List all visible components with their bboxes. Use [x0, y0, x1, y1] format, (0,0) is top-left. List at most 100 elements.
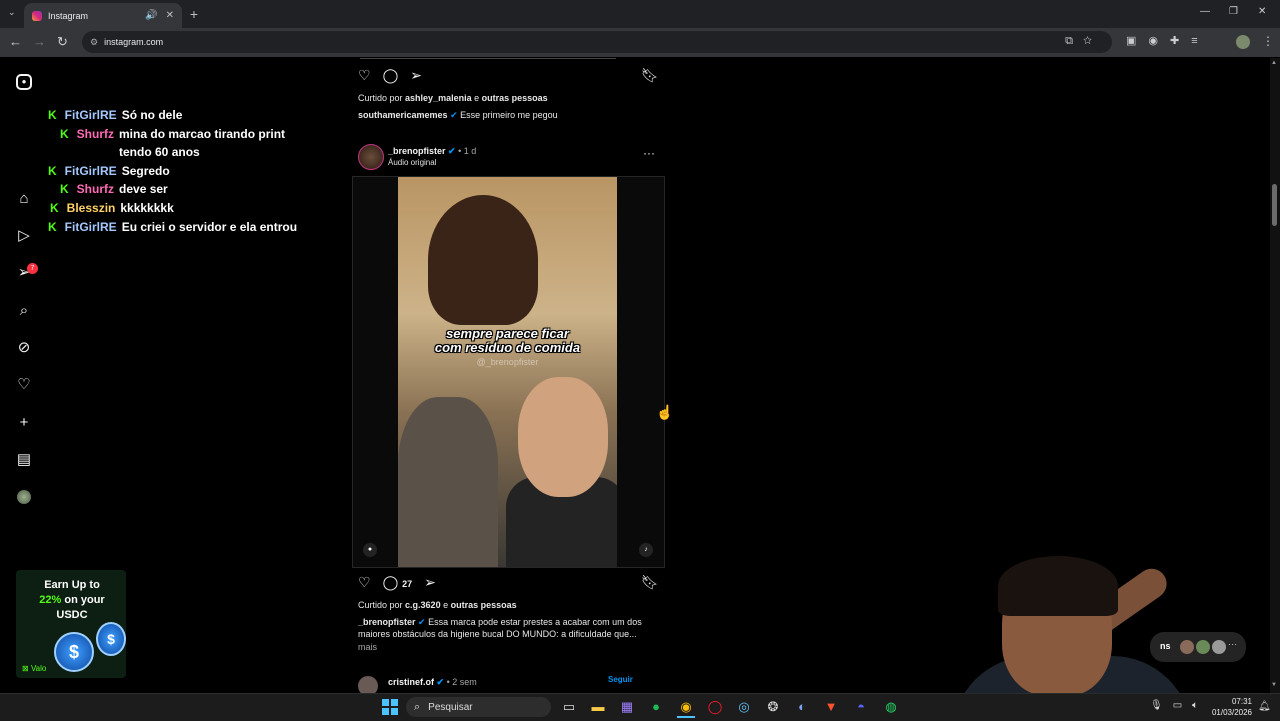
- discord-icon[interactable]: ◓: [852, 698, 870, 716]
- audio-playing-icon[interactable]: 🔊: [145, 10, 157, 21]
- volume-icon[interactable]: ♪: [639, 543, 653, 557]
- app-icon[interactable]: ❂: [764, 698, 782, 716]
- liked-by-and: e: [474, 93, 480, 103]
- chat-message: K Shurfz mina do marcao tirando print tend…: [48, 125, 308, 162]
- file-explorer-icon[interactable]: ▬: [589, 698, 607, 716]
- liked-by-others[interactable]: outras pessoas: [451, 600, 517, 610]
- brave-icon[interactable]: ▼: [822, 698, 840, 716]
- verified-icon: ✔: [450, 110, 458, 120]
- steam-icon[interactable]: ◎: [735, 698, 753, 716]
- video-caption: sempre parece ficar com resíduo de comid…: [398, 327, 617, 355]
- app-icon[interactable]: ◐: [793, 698, 811, 716]
- windows-start-icon[interactable]: [382, 699, 398, 715]
- network-icon[interactable]: ▭: [1173, 700, 1192, 711]
- liked-by-others[interactable]: outras pessoas: [482, 93, 548, 103]
- install-app-icon[interactable]: ⧉: [1065, 35, 1083, 47]
- create-icon[interactable]: +: [16, 415, 32, 431]
- liked-by-user[interactable]: ashley_malenia: [405, 93, 472, 103]
- back-icon[interactable]: ←: [9, 34, 22, 49]
- tagged-user-icon[interactable]: ●: [363, 543, 377, 557]
- notifications-heart-icon[interactable]: ♡: [16, 377, 32, 393]
- ad-text: Earn Up to 22% on your USDC: [24, 578, 120, 623]
- chat-message: K Shurfz deve ser: [48, 180, 308, 199]
- new-tab-button[interactable]: +: [186, 6, 202, 22]
- bookmark-star-icon[interactable]: ☆: [1083, 35, 1102, 47]
- post-media[interactable]: sempre parece ficar com resíduo de comid…: [352, 176, 665, 568]
- save-bookmark-icon[interactable]: 🔖︎: [641, 574, 659, 591]
- save-bookmark-icon[interactable]: 🔖︎: [641, 67, 659, 84]
- opera-icon[interactable]: ◯: [706, 698, 724, 716]
- post-liked-by: Curtido por c.g.3620 e outras pessoas: [358, 600, 517, 610]
- more-reactions-icon[interactable]: ···: [1228, 639, 1237, 649]
- browser-menu-icon[interactable]: ⋮: [1262, 34, 1274, 48]
- scroll-down-icon[interactable]: ▼: [1271, 682, 1277, 688]
- like-icon[interactable]: ♡: [358, 574, 371, 591]
- site-info-icon[interactable]: ⚙: [90, 37, 98, 48]
- browser-tab[interactable]: Instagram 🔊 ✕: [24, 3, 182, 28]
- reaction-pill[interactable]: ns ···: [1150, 632, 1246, 662]
- chat-text: Eu criei o servidor e ela entrou: [121, 219, 298, 234]
- app-grid-icon[interactable]: ▦: [618, 698, 636, 716]
- reel-video[interactable]: sempre parece ficar com resíduo de comid…: [398, 177, 617, 567]
- caption-more-link[interactable]: mais: [358, 642, 377, 652]
- extension-1-icon[interactable]: ▣: [1126, 35, 1148, 47]
- minimize-button[interactable]: —: [1200, 6, 1210, 17]
- post-username[interactable]: _brenopfister: [388, 146, 446, 156]
- extension-2-icon[interactable]: ◉: [1148, 35, 1170, 47]
- explore-icon[interactable]: ⊘: [16, 340, 32, 356]
- scroll-up-icon[interactable]: ▲: [1271, 60, 1277, 66]
- search-icon[interactable]: ⌕: [16, 303, 32, 319]
- reload-icon[interactable]: ↻: [57, 34, 68, 50]
- ad-brand: ⊠ Valo: [22, 664, 47, 673]
- tab-search-icon[interactable]: ⌄: [8, 7, 16, 18]
- follow-button[interactable]: Seguir: [608, 675, 633, 684]
- post-options-icon[interactable]: ···: [643, 146, 655, 160]
- page-scrollbar[interactable]: ▲ ▼: [1270, 58, 1280, 693]
- profile-avatar[interactable]: [1236, 35, 1250, 49]
- webcam-hair: [998, 556, 1118, 616]
- scrollbar-thumb[interactable]: [1272, 184, 1277, 226]
- maximize-button[interactable]: ❐: [1229, 6, 1238, 17]
- taskbar-search[interactable]: ⌕ Pesquisar: [406, 697, 551, 717]
- liked-by-user[interactable]: c.g.3620: [405, 600, 441, 610]
- home-icon[interactable]: ⌂: [16, 191, 32, 207]
- taskbar-clock[interactable]: 07:31 01/03/2026: [1206, 696, 1252, 718]
- dashboard-icon[interactable]: ▤: [16, 452, 32, 468]
- post-author-avatar[interactable]: [358, 144, 384, 170]
- instagram-logo-icon[interactable]: ●: [16, 74, 32, 90]
- comment-icon[interactable]: ◯: [383, 67, 399, 84]
- microphone-icon[interactable]: 🎙︎: [1150, 700, 1173, 711]
- extensions-puzzle-icon[interactable]: ✚: [1170, 35, 1191, 47]
- ad-line1: Earn Up to: [44, 579, 100, 591]
- close-window-button[interactable]: ✕: [1258, 6, 1266, 17]
- close-tab-icon[interactable]: ✕: [166, 10, 174, 21]
- previous-caption: southamericamemes ✔ Esse primeiro me peg…: [358, 110, 558, 121]
- forward-icon[interactable]: →: [33, 34, 46, 49]
- video-caption-line1: sempre parece ficar: [446, 326, 569, 341]
- comment-icon[interactable]: ◯ 27: [383, 574, 413, 591]
- post-author: _brenopfister ✔ • 1 d: [388, 146, 476, 157]
- system-tray: 🎙︎▭🔈︎: [1150, 700, 1208, 711]
- notification-bell-icon[interactable]: 🔔︎: [1258, 701, 1271, 712]
- profile-nav-avatar[interactable]: [17, 490, 31, 504]
- spotify-icon[interactable]: ●: [647, 698, 665, 716]
- like-icon[interactable]: ♡: [358, 67, 371, 84]
- whatsapp-icon[interactable]: ◍: [882, 698, 900, 716]
- caption-username[interactable]: _brenopfister: [358, 617, 416, 627]
- share-icon[interactable]: ➢: [410, 67, 422, 84]
- caption-username[interactable]: southamericamemes: [358, 110, 448, 120]
- usdc-coin-icon: $: [96, 622, 126, 656]
- task-view-icon[interactable]: ▭: [560, 698, 578, 716]
- address-bar[interactable]: ⚙ instagram.com ⧉☆: [82, 31, 1112, 53]
- reactor-avatar: [1196, 640, 1210, 654]
- stream-chat-overlay: K FitGirlRE Só no dele K Shurfz mina do marca…: [48, 106, 308, 236]
- share-icon[interactable]: ➢: [424, 574, 436, 591]
- reels-icon[interactable]: ▷: [16, 228, 32, 244]
- audio-label[interactable]: Áudio original: [388, 158, 436, 167]
- kick-badge-icon: K: [48, 219, 57, 234]
- video-figure-child: [398, 397, 498, 567]
- chat-username: Shurfz: [76, 182, 115, 197]
- media-controls-icon[interactable]: ≡: [1191, 35, 1209, 47]
- next-post-username[interactable]: cristinef.of: [388, 677, 434, 687]
- chrome-icon[interactable]: ◉: [677, 698, 695, 718]
